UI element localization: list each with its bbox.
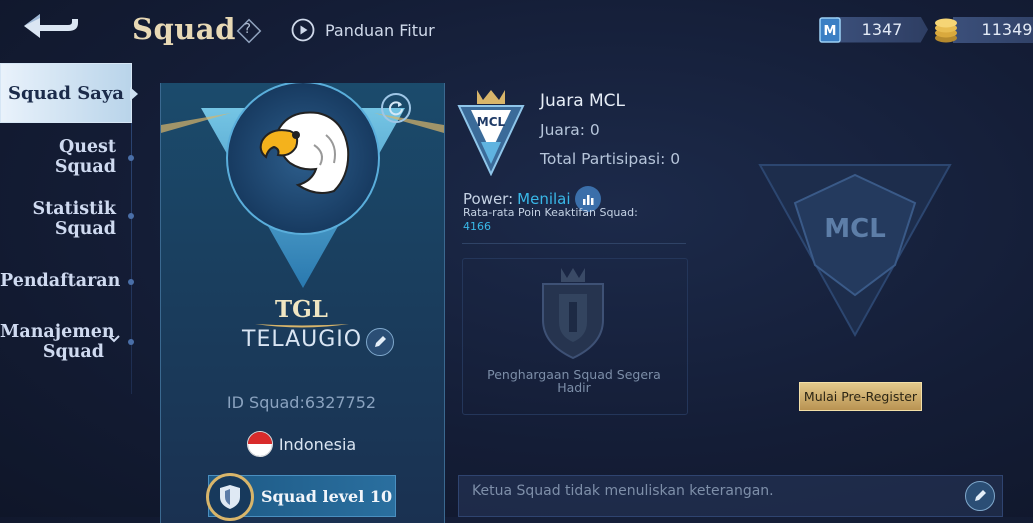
sidebar-item-squad-quest[interactable]: Quest Squad xyxy=(0,137,116,177)
chevron-down-icon xyxy=(108,335,120,343)
sidebar-item-label: Manajemen Squad xyxy=(0,322,115,362)
squad-id: ID Squad:6327752 xyxy=(226,393,377,412)
play-icon xyxy=(291,18,315,42)
coin-stack-icon xyxy=(935,18,957,42)
back-button[interactable] xyxy=(18,8,90,48)
avg-activity-label: Rata-rata Poin Keaktifan Squad: xyxy=(463,206,638,219)
ticket-icon: M xyxy=(819,16,841,43)
squad-name: TELAUGIO xyxy=(242,327,363,352)
coin-currency: 11349 xyxy=(933,15,1033,44)
sidebar-dot xyxy=(128,155,134,161)
ticket-amount: 1347 xyxy=(836,16,928,43)
mcl-large-emblem-text: MCL xyxy=(824,214,886,244)
shield-icon xyxy=(220,485,240,509)
squad-level-label: Squad level 10 xyxy=(261,486,393,506)
avg-activity-value: 4166 xyxy=(463,220,491,233)
edit-name-button[interactable] xyxy=(366,328,394,356)
award-crest-icon xyxy=(542,268,604,360)
refresh-icon xyxy=(389,101,403,116)
sidebar-dot xyxy=(128,213,134,219)
mcl-logo-icon: MCL xyxy=(457,90,525,176)
pre-register-button[interactable]: Mulai Pre-Register xyxy=(799,382,922,411)
help-button[interactable]: ? xyxy=(236,18,262,44)
sidebar-dot xyxy=(128,339,134,345)
level-badge xyxy=(206,473,254,521)
sidebar-item-label: Quest Squad xyxy=(54,137,116,177)
award-coming-soon: Penghargaan Squad Segera Hadir xyxy=(487,367,661,395)
squad-country: Indonesia xyxy=(160,431,443,457)
pencil-icon xyxy=(975,490,986,501)
feature-guide-label: Panduan Fitur xyxy=(325,20,435,40)
mcl-large-emblem-icon: MCL xyxy=(758,164,952,338)
pre-register-label: Mulai Pre-Register xyxy=(803,389,918,404)
mcl-title: Juara MCL xyxy=(540,91,626,111)
pencil-icon xyxy=(375,336,386,347)
mcl-logo-text: MCL xyxy=(477,115,506,129)
feature-guide-button[interactable]: Panduan Fitur xyxy=(291,18,435,42)
sidebar-item-label: Squad Saya xyxy=(8,82,124,104)
squad-description-text: Ketua Squad tidak menuliskan keterangan. xyxy=(472,483,774,499)
indonesia-flag-icon xyxy=(246,431,273,457)
edit-description-button[interactable] xyxy=(965,481,995,511)
sidebar-item-squad-management[interactable]: Manajemen Squad xyxy=(0,322,115,362)
refresh-button[interactable] xyxy=(381,93,411,123)
back-arrow-icon xyxy=(24,14,78,38)
active-pointer xyxy=(130,87,138,101)
svg-text:M: M xyxy=(824,24,837,39)
bar-chart-icon xyxy=(582,195,594,205)
sidebar-dot xyxy=(128,279,134,285)
sidebar-item-my-squad[interactable]: Squad Saya xyxy=(0,63,132,123)
sidebar-item-squad-stats[interactable]: Statistik Squad xyxy=(0,199,116,239)
sidebar-item-label: Statistik Squad xyxy=(32,199,116,239)
sidebar-item-label: Pendaftaran xyxy=(0,271,121,291)
coin-amount: 11349 xyxy=(953,16,1033,43)
ticket-currency: M 1347 xyxy=(818,15,928,44)
info-divider xyxy=(462,243,686,244)
sidebar-item-registration[interactable]: Pendaftaran xyxy=(0,271,120,291)
eagle-logo-icon xyxy=(259,111,350,194)
country-label: Indonesia xyxy=(278,434,357,454)
page-title: Squad xyxy=(132,12,236,46)
champion-count: Juara: 0 xyxy=(540,121,600,139)
help-symbol: ? xyxy=(244,22,251,37)
participation-count: Total Partisipasi: 0 xyxy=(540,150,681,168)
